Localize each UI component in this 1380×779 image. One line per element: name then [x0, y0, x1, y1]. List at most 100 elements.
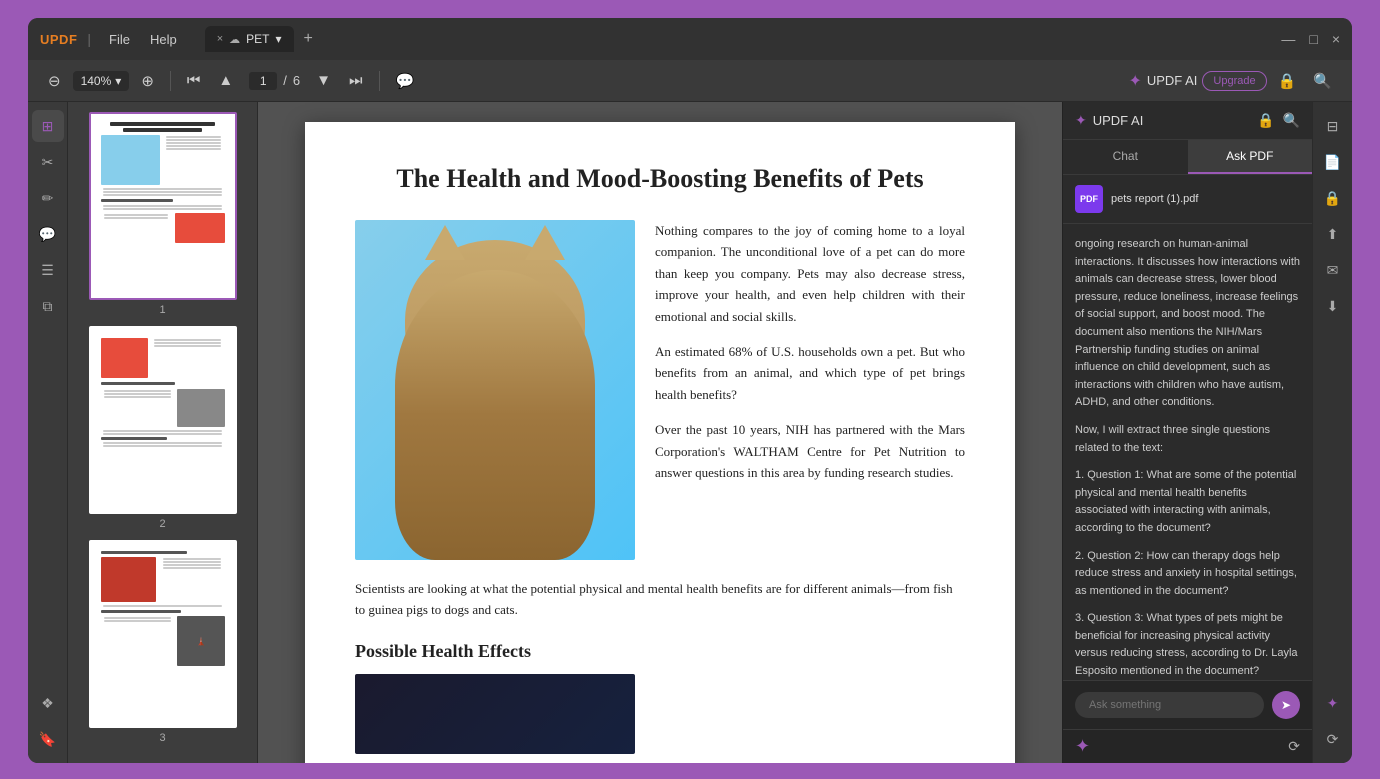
pdf-section-title: Possible Health Effects — [355, 641, 965, 662]
ai-input-field[interactable] — [1075, 692, 1264, 718]
tab-close-icon[interactable]: × — [217, 33, 223, 45]
zoom-value: 140% — [81, 74, 112, 88]
thumb-num-2: 2 — [159, 518, 165, 530]
next-page-button[interactable]: ▼ — [310, 68, 337, 93]
ai-file-icon: PDF — [1075, 185, 1103, 213]
thumb-num-1: 1 — [159, 304, 165, 316]
right-icon-ai[interactable]: ✦ — [1317, 687, 1349, 719]
tab-upload-icon: ☁ — [229, 33, 240, 46]
sidebar-icon-bookmark[interactable]: 🔖 — [32, 723, 64, 755]
ai-file-row: PDF pets report (1).pdf — [1063, 175, 1312, 224]
page-total: 6 — [293, 73, 300, 88]
tab-chat[interactable]: Chat — [1063, 140, 1188, 174]
last-page-button[interactable]: ⏭ — [343, 68, 369, 93]
menu-file[interactable]: File — [101, 28, 138, 51]
tab-add-button[interactable]: + — [298, 28, 319, 50]
thumb-img-1 — [89, 112, 237, 300]
ai-header-icons: 🔒 🔍 — [1257, 112, 1300, 129]
zoom-control[interactable]: 140% ▾ — [73, 71, 130, 91]
right-icon-download[interactable]: ⬇ — [1317, 290, 1349, 322]
sidebar-icon-form[interactable]: ☰ — [32, 254, 64, 286]
pdf-viewer[interactable]: The Health and Mood-Boosting Benefits of… — [258, 102, 1062, 763]
page-separator: / — [283, 73, 287, 88]
lock-icon[interactable]: 🔒 — [1272, 68, 1303, 94]
first-page-button[interactable]: ⏮ — [181, 68, 207, 93]
thumbnail-1[interactable]: 1 — [78, 112, 247, 316]
ai-send-button[interactable]: ➤ — [1272, 691, 1300, 719]
tab-pet[interactable]: × ☁ PET ▾ — [205, 26, 294, 52]
ai-bar: ✦ UPDF AI Upgrade 🔒 🔍 — [1128, 68, 1338, 94]
ai-question1: 1. Question 1: What are some of the pote… — [1075, 467, 1300, 537]
sidebar-icon-layers[interactable]: ❖ — [32, 687, 64, 719]
ai-panel-header: ✦ UPDF AI 🔒 🔍 — [1063, 102, 1312, 140]
menu-help[interactable]: Help — [142, 28, 185, 51]
pdf-page: The Health and Mood-Boosting Benefits of… — [305, 122, 1015, 763]
app-logo: UPDF — [40, 32, 77, 47]
right-panel: ⊟ 📄 🔒 ⬆ ✉ ⬇ ✦ ⟳ — [1312, 102, 1352, 763]
tab-bar: × ☁ PET ▾ + — [205, 26, 1272, 52]
thumb-img-3: 🗼 — [89, 540, 237, 728]
tab-dropdown-icon: ▾ — [276, 32, 282, 46]
right-icon-history[interactable]: ⟳ — [1317, 723, 1349, 755]
ai-history-icon[interactable]: ⟳ — [1288, 738, 1300, 755]
prev-page-button[interactable]: ▲ — [212, 68, 239, 93]
cat-body — [395, 270, 595, 560]
tab-ask-pdf[interactable]: Ask PDF — [1188, 140, 1313, 174]
app-window: UPDF | File Help × ☁ PET ▾ + — □ × ⊖ 140… — [28, 18, 1352, 763]
sidebar-icon-edit[interactable]: ✏ — [32, 182, 64, 214]
sep2 — [379, 71, 380, 91]
thumbnail-panel: 1 — [68, 102, 258, 763]
ai-panel-title: UPDF AI — [1093, 113, 1251, 128]
right-icon-email[interactable]: ✉ — [1317, 254, 1349, 286]
thumbnail-2[interactable]: 2 — [78, 326, 247, 530]
zoom-group: ⊖ 140% ▾ ⊕ — [42, 68, 160, 94]
right-icon-security[interactable]: 🔒 — [1317, 182, 1349, 214]
sidebar-icon-grid[interactable]: ⊞ — [32, 110, 64, 142]
thumb-img-2 — [89, 326, 237, 514]
zoom-in-button[interactable]: ⊕ — [135, 68, 160, 94]
page-number-input[interactable] — [249, 72, 277, 90]
pdf-bottom-image — [355, 674, 635, 754]
title-separator: | — [87, 31, 91, 47]
zoom-out-button[interactable]: ⊖ — [42, 68, 67, 94]
ai-input-row: ➤ — [1063, 680, 1312, 729]
pdf-title: The Health and Mood-Boosting Benefits of… — [355, 162, 965, 196]
main-content: ⊞ ✂ ✏ 💬 ☰ ⧉ ❖ 🔖 — [28, 102, 1352, 763]
search-button[interactable]: 🔍 — [1307, 68, 1338, 94]
ai-panel-logo: ✦ — [1075, 112, 1087, 129]
ai-tabs: Chat Ask PDF — [1063, 140, 1312, 175]
ai-file-name: pets report (1).pdf — [1111, 193, 1198, 205]
upgrade-button[interactable]: Upgrade — [1202, 71, 1266, 91]
sidebar-icon-pages[interactable]: ⧉ — [32, 290, 64, 322]
toolbar: ⊖ 140% ▾ ⊕ ⏮ ▲ / 6 ▼ ⏭ 💬 ✦ UPDF AI Upgra… — [28, 60, 1352, 102]
pdf-para2: An estimated 68% of U.S. households own … — [655, 341, 965, 405]
sidebar-icon-comment[interactable]: 💬 — [32, 218, 64, 250]
pdf-para4: Scientists are looking at what the poten… — [355, 578, 965, 621]
minimize-button[interactable]: — — [1281, 32, 1295, 46]
ai-chat-body: ongoing research on human-animal interac… — [1063, 224, 1312, 680]
sidebar-icon-crop[interactable]: ✂ — [32, 146, 64, 178]
window-controls: — □ × — [1281, 32, 1340, 46]
left-sidebar: ⊞ ✂ ✏ 💬 ☰ ⧉ ❖ 🔖 — [28, 102, 68, 763]
tab-label: PET — [246, 32, 269, 46]
close-button[interactable]: × — [1332, 32, 1340, 46]
ai-response-text: ongoing research on human-animal interac… — [1075, 236, 1300, 412]
ai-question2: 2. Question 2: How can therapy dogs help… — [1075, 548, 1300, 601]
right-icon-thumbnail[interactable]: ⊟ — [1317, 110, 1349, 142]
pdf-text-column: Nothing compares to the joy of coming ho… — [655, 220, 965, 560]
ai-questions-intro: Now, I will extract three single questio… — [1075, 422, 1300, 457]
ai-question3: 3. Question 3: What types of pets might … — [1075, 610, 1300, 680]
title-bar: UPDF | File Help × ☁ PET ▾ + — □ × — [28, 18, 1352, 60]
ai-sparkle-icon[interactable]: ✦ — [1075, 736, 1090, 757]
cat-ear-left — [425, 225, 465, 260]
right-icon-share[interactable]: ⬆ — [1317, 218, 1349, 250]
ai-search-icon[interactable]: 🔍 — [1283, 112, 1300, 129]
ai-lock-icon[interactable]: 🔒 — [1257, 112, 1274, 129]
right-icon-pages[interactable]: 📄 — [1317, 146, 1349, 178]
nav-group: ⏮ ▲ — [181, 68, 239, 93]
pdf-content-row: Nothing compares to the joy of coming ho… — [355, 220, 965, 560]
cat-image — [355, 220, 635, 560]
comment-button[interactable]: 💬 — [390, 68, 421, 94]
maximize-button[interactable]: □ — [1309, 32, 1317, 46]
thumbnail-3[interactable]: 🗼 3 — [78, 540, 247, 744]
